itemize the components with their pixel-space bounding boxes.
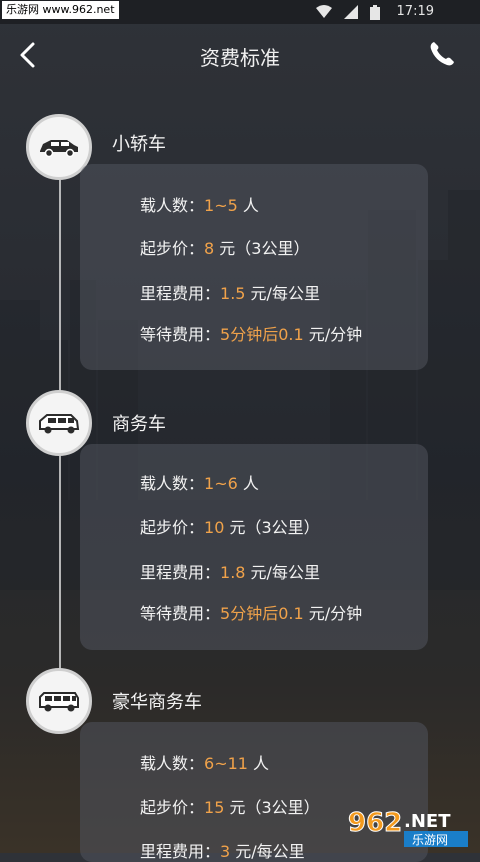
mileage-fee-row: 里程费用：1.5 元/每公里	[140, 284, 320, 303]
base-fare-row: 起步价：8 元（3公里）	[140, 239, 310, 258]
mileage-fee-row: 里程费用：1.8 元/每公里	[140, 563, 320, 582]
fare-card: 载人数：1~5 人 起步价：8 元（3公里） 里程费用：1.5 元/每公里 等待…	[80, 164, 428, 370]
mpv-icon	[39, 414, 80, 434]
passengers-row: 载人数：6~11 人	[140, 754, 270, 773]
status-watermark: 乐游网 www.962.net	[2, 1, 119, 19]
phone-icon[interactable]	[428, 40, 456, 68]
van-icon	[39, 692, 79, 712]
vehicle-name: 豪华商务车	[112, 692, 202, 713]
mileage-fee-row: 里程费用：3 元/每公里	[140, 842, 305, 861]
page-title: 资费标准	[200, 46, 280, 70]
vehicle-avatar	[26, 390, 92, 456]
sedan-icon	[40, 140, 78, 158]
vehicle-name: 小轿车	[112, 134, 166, 155]
waiting-fee-row: 等待费用：5分钟后0.1 元/分钟	[140, 604, 363, 623]
battery-icon	[370, 5, 380, 20]
svg-text:962: 962	[348, 808, 402, 838]
passengers-row: 载人数：1~6 人	[140, 474, 259, 493]
base-fare-row: 起步价：15 元（3公里）	[140, 798, 320, 817]
svg-text:.NET: .NET	[404, 811, 451, 832]
fare-card: 载人数：1~6 人 起步价：10 元（3公里） 里程费用：1.8 元/每公里 等…	[80, 444, 428, 650]
962-watermark-logo: 962 .NET 乐游网	[348, 808, 468, 847]
base-fare-row: 起步价：10 元（3公里）	[140, 518, 320, 537]
status-time: 17:19	[396, 4, 434, 19]
waiting-fee-row: 等待费用：5分钟后0.1 元/分钟	[140, 325, 363, 344]
vehicle-name: 商务车	[112, 414, 166, 435]
signal-icon	[344, 5, 358, 19]
passengers-row: 载人数：1~5 人	[140, 196, 259, 215]
wifi-icon	[316, 5, 332, 18]
status-bar: 乐游网 www.962.net 17:19	[0, 0, 480, 24]
svg-text:乐游网: 乐游网	[412, 833, 448, 847]
header: 资费标准	[0, 24, 480, 86]
vehicle-avatar	[26, 668, 92, 734]
